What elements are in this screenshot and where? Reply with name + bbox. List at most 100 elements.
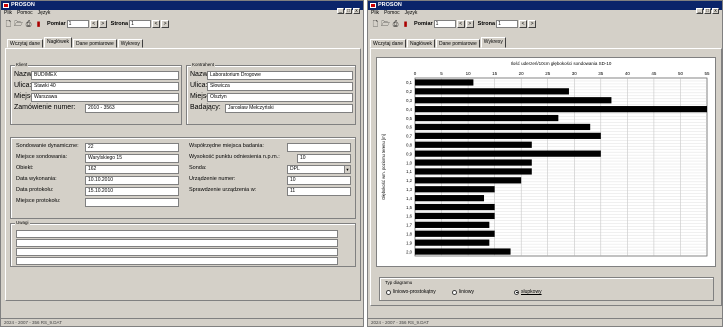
title-bar[interactable]: PROSON: [1, 1, 363, 10]
coords-label: Współrzędne miejsca badania:: [189, 143, 264, 149]
contractor-street-field[interactable]: Słowicza: [207, 82, 353, 91]
open-folder-icon[interactable]: 🗁: [381, 20, 390, 29]
notes-line-3[interactable]: [16, 248, 338, 256]
y-tick-label: 0,9: [406, 151, 412, 156]
tab-wczytaj-dane[interactable]: Wczytaj dane: [7, 39, 44, 48]
reference-height-field[interactable]: 10: [297, 154, 351, 163]
strona-next-button[interactable]: >: [528, 20, 537, 28]
tab-dane-pomiarowe[interactable]: Dane pomiarowe: [72, 39, 117, 48]
open-folder-icon[interactable]: 🗁: [14, 20, 23, 29]
radio-bar[interactable]: słupkowy: [514, 289, 542, 295]
bar: [415, 97, 612, 104]
y-tick-label: 0,2: [406, 89, 412, 94]
new-file-icon[interactable]: 🗋: [371, 20, 380, 29]
x-tick-label: 30: [572, 71, 578, 76]
radio-bar-dot[interactable]: [514, 289, 519, 295]
sounding-dynamic-field[interactable]: 22: [85, 143, 179, 152]
pomiar-label: Pomiar: [414, 21, 433, 27]
app-icon: [3, 3, 9, 8]
pomiar-prev-button[interactable]: <: [89, 20, 98, 28]
maximize-button[interactable]: □: [345, 8, 352, 14]
probe-select-value: DPL: [290, 166, 300, 172]
device-number-field[interactable]: 10: [287, 176, 351, 185]
y-tick-label: 1,2: [406, 178, 412, 183]
window-title: PROSON: [11, 2, 35, 8]
window-charts: PROSON _ □ x Plik Pomoc Język 🗋 🗁 ⎙ ▮ Po…: [367, 0, 723, 327]
menu-pomoc[interactable]: Pomoc: [384, 10, 400, 17]
maximize-button[interactable]: □: [704, 8, 711, 14]
client-city-field[interactable]: Warszawa: [31, 93, 179, 102]
tab-naglowek[interactable]: Nagłówek: [407, 39, 435, 48]
strona-next-button[interactable]: >: [161, 20, 170, 28]
bar: [415, 239, 490, 246]
pomiar-next-button[interactable]: >: [98, 20, 107, 28]
y-tick-label: 1,3: [406, 187, 412, 192]
notes-line-4[interactable]: [16, 257, 338, 265]
tab-wczytaj-dane[interactable]: Wczytaj dane: [370, 39, 407, 48]
pomiar-input[interactable]: [433, 20, 456, 28]
chevron-down-icon[interactable]: ▼: [344, 166, 350, 173]
print-icon[interactable]: ⎙: [391, 20, 400, 29]
contractor-city-field[interactable]: Olsztyn: [207, 93, 353, 102]
blow-count-chart: Ilość uderzeń/10cm głębokości sondowania…: [381, 61, 710, 257]
close-button[interactable]: x: [353, 8, 360, 14]
menu-plik[interactable]: Plik: [4, 10, 12, 17]
pomiar-input[interactable]: [66, 20, 89, 28]
notes-line-1[interactable]: [16, 230, 338, 238]
tab-naglowek[interactable]: Nagłówek: [44, 37, 72, 48]
client-name-field[interactable]: BUDIMEX: [31, 71, 179, 80]
y-tick-label: 0,7: [406, 134, 412, 139]
sounding-place-field[interactable]: Warylskiego 15: [85, 154, 179, 163]
bar: [415, 123, 591, 131]
pomiar-prev-button[interactable]: <: [456, 20, 465, 28]
contractor-tester-field[interactable]: Jarosław Mełczyński: [225, 104, 353, 113]
close-button[interactable]: x: [712, 8, 719, 14]
y-tick-label: 1,7: [406, 223, 412, 228]
bar: [415, 114, 559, 122]
tab-wykresy[interactable]: Wykresy: [480, 37, 506, 48]
export-icon[interactable]: ▮: [34, 20, 43, 29]
minimize-button[interactable]: _: [337, 8, 344, 14]
notes-line-2[interactable]: [16, 239, 338, 247]
window-title: PROSON: [378, 2, 402, 8]
strona-label: Strona: [477, 21, 496, 27]
probe-select[interactable]: DPL ▼: [287, 165, 351, 174]
bar: [415, 195, 485, 202]
tab-dane-pomiarowe[interactable]: Dane pomiarowe: [435, 39, 480, 48]
x-tick-label: 50: [678, 71, 684, 76]
radio-line-rect-dot[interactable]: [386, 289, 391, 295]
strona-prev-button[interactable]: <: [519, 20, 528, 28]
menu-jezyk[interactable]: Język: [405, 10, 418, 17]
sounding-group: Sondowanie dynamiczne: 22 Miejsce sondow…: [10, 137, 356, 219]
menu-pomoc[interactable]: Pomoc: [17, 10, 33, 17]
menu-plik[interactable]: Plik: [371, 10, 379, 17]
title-bar[interactable]: PROSON: [368, 1, 722, 10]
diagram-type-group: Typ diagramu liniowo-prostokątny liniowy…: [379, 277, 714, 301]
strona-input[interactable]: [496, 20, 519, 28]
minimize-button[interactable]: _: [696, 8, 703, 14]
x-tick-label: 55: [704, 71, 710, 76]
menu-jezyk[interactable]: Język: [38, 10, 51, 17]
tab-strip: Wczytaj dane Nagłówek Dane pomiarowe Wyk…: [370, 37, 506, 48]
pomiar-next-button[interactable]: >: [465, 20, 474, 28]
client-street-field[interactable]: Stawki 40: [31, 82, 179, 91]
export-icon[interactable]: ▮: [401, 20, 410, 29]
execution-date-field[interactable]: 10.10.2010: [85, 176, 179, 185]
contractor-name-field[interactable]: Laboratorium Drogowe: [207, 71, 353, 80]
bar: [415, 79, 474, 86]
tab-wykresy[interactable]: Wykresy: [117, 39, 143, 48]
radio-line[interactable]: liniowy: [452, 289, 474, 295]
protocol-place-field[interactable]: [85, 198, 179, 207]
strona-input[interactable]: [129, 20, 152, 28]
new-file-icon[interactable]: 🗋: [4, 20, 13, 29]
print-icon[interactable]: ⎙: [24, 20, 33, 29]
device-check-field[interactable]: 11: [287, 187, 351, 196]
client-order-field[interactable]: 2010 - 3563: [85, 104, 179, 113]
sounding-object-field[interactable]: 162: [85, 165, 179, 174]
strona-prev-button[interactable]: <: [152, 20, 161, 28]
radio-line-dot[interactable]: [452, 289, 457, 295]
radio-line-rect[interactable]: liniowo-prostokątny: [386, 289, 436, 295]
y-tick-label: 1,1: [406, 169, 412, 174]
protocol-date-field[interactable]: 15.10.2010: [85, 187, 179, 196]
coords-field[interactable]: [287, 143, 351, 152]
